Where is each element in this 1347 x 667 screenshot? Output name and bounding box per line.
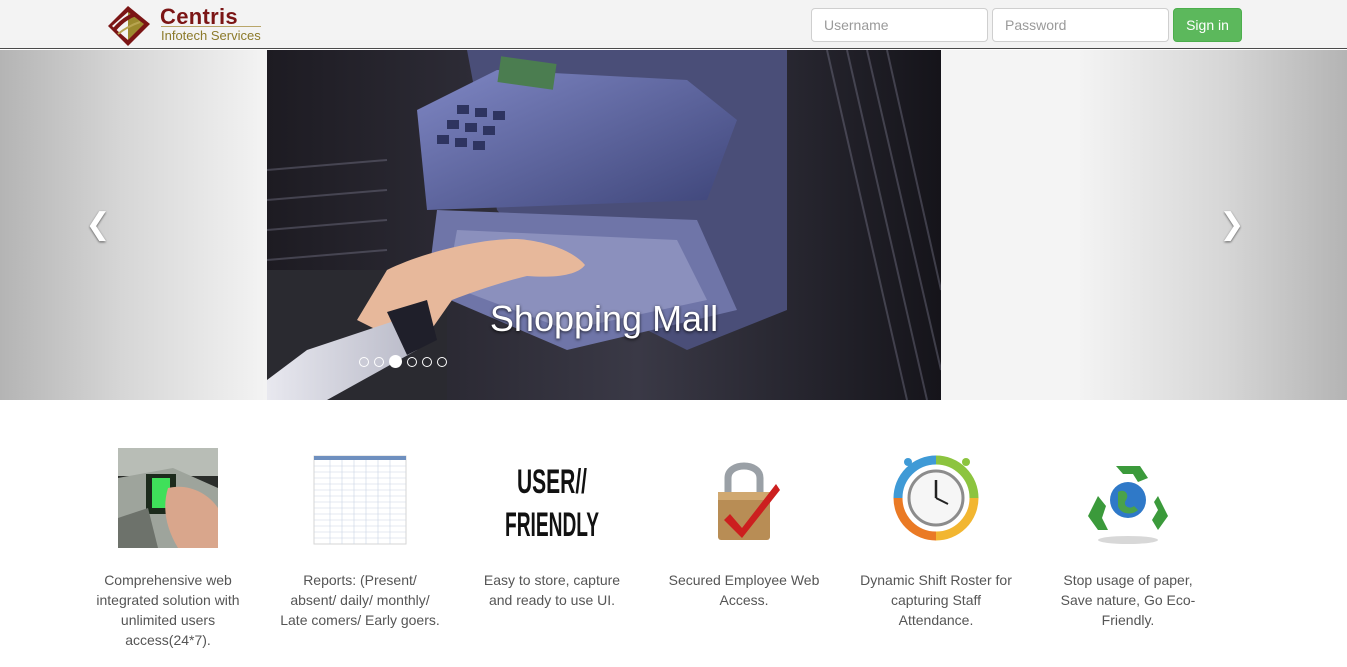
feature-eco-friendly: Stop usage of paper, Save nature, Go Eco… bbox=[1048, 448, 1208, 630]
feature-text: Dynamic Shift Roster for capturing Staff… bbox=[860, 572, 1012, 628]
chevron-right-icon[interactable]: ❯ bbox=[1217, 210, 1247, 240]
carousel-indicator-dot[interactable] bbox=[359, 356, 369, 367]
recycle-globe-icon bbox=[1078, 448, 1178, 550]
user-friendly-icon: USER// FRIENDLY bbox=[502, 448, 602, 550]
feature-text: Comprehensive web integrated solution wi… bbox=[96, 572, 240, 648]
carousel-indicator-dot[interactable] bbox=[437, 356, 447, 367]
feature-user-friendly: USER// FRIENDLY Easy to store, capture a… bbox=[472, 448, 632, 610]
feature-secured-access: Secured Employee Web Access. bbox=[664, 448, 824, 610]
slide-caption: Shopping Mall bbox=[489, 298, 719, 339]
carousel-indicator-dot[interactable] bbox=[389, 354, 402, 368]
logo-mark-icon bbox=[108, 6, 150, 46]
carousel-slide: Shopping Mall bbox=[267, 50, 941, 400]
clock-roster-icon bbox=[886, 448, 986, 550]
feature-text: Stop usage of paper, Save nature, Go Eco… bbox=[1060, 572, 1196, 628]
user-friendly-word-2: FRIENDLY bbox=[505, 506, 599, 544]
carousel-control-right-area[interactable] bbox=[1077, 50, 1347, 400]
fingerprint-scanner-icon bbox=[118, 448, 218, 550]
password-input[interactable] bbox=[992, 8, 1169, 42]
feature-text: Secured Employee Web Access. bbox=[668, 572, 820, 608]
feature-web-solution: Comprehensive web integrated solution wi… bbox=[88, 448, 248, 650]
user-friendly-word-1: USER// bbox=[517, 463, 587, 501]
carousel-indicator-dot[interactable] bbox=[407, 356, 417, 367]
sign-in-button[interactable]: Sign in bbox=[1173, 8, 1242, 42]
feature-reports: Reports: (Present/ absent/ daily/ monthl… bbox=[280, 448, 440, 630]
carousel-indicator-dot[interactable] bbox=[374, 356, 384, 367]
feature-shift-roster: Dynamic Shift Roster for capturing Staff… bbox=[856, 448, 1016, 630]
carousel-indicator-dot[interactable] bbox=[422, 356, 432, 367]
brand-tagline: Infotech Services bbox=[161, 26, 261, 43]
carousel-indicators bbox=[359, 353, 452, 368]
feature-text: Reports: (Present/ absent/ daily/ monthl… bbox=[280, 572, 440, 628]
slide-image bbox=[267, 50, 941, 400]
username-input[interactable] bbox=[811, 8, 988, 42]
brand-logo[interactable]: Centris Infotech Services bbox=[106, 4, 266, 48]
carousel-control-left-area[interactable] bbox=[0, 50, 270, 400]
top-navbar: Centris Infotech Services Sign in bbox=[0, 0, 1347, 49]
padlock-check-icon bbox=[694, 448, 794, 550]
chevron-left-icon[interactable]: ❮ bbox=[83, 210, 113, 240]
feature-text: Easy to store, capture and ready to use … bbox=[483, 572, 621, 608]
hero-carousel: Shopping Mall ❮ ❯ bbox=[0, 50, 1347, 400]
attendance-sheet-icon bbox=[310, 448, 410, 550]
